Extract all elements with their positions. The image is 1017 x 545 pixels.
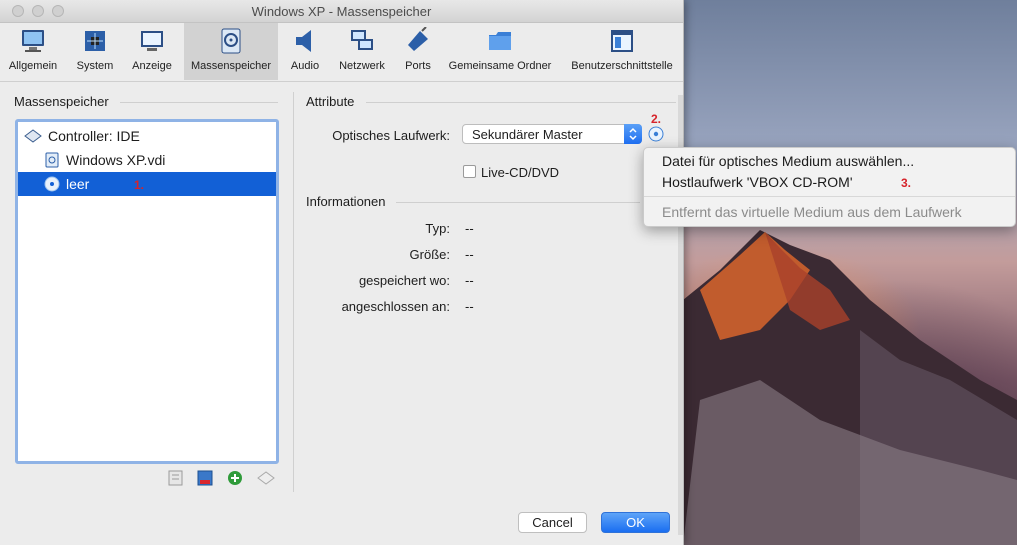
divider xyxy=(120,102,278,103)
divider xyxy=(396,202,640,203)
tab-benutzerschnittstelle[interactable]: Benutzerschnittstelle xyxy=(566,23,678,80)
info-label-angeschlossen: angeschlossen an: xyxy=(341,299,450,314)
information-heading: Informationen xyxy=(306,194,386,209)
menu-separator xyxy=(644,196,1015,197)
controller-icon xyxy=(24,129,42,143)
tab-label: Netzwerk xyxy=(339,60,385,72)
tab-label: Massenspeicher xyxy=(190,60,272,72)
annotation-1: 1. xyxy=(134,178,145,192)
remove-controller-icon[interactable] xyxy=(195,469,215,487)
tab-allgemein[interactable]: Allgemein xyxy=(0,23,66,80)
chip-icon xyxy=(85,31,105,51)
tree-item-label: Windows XP.vdi xyxy=(66,152,166,168)
storage-tree[interactable]: Controller: IDE Windows XP.vdi leer 1. xyxy=(15,119,279,464)
info-label-gespeichert: gespeichert wo: xyxy=(358,273,450,288)
live-cd-checkbox[interactable] xyxy=(463,165,476,178)
menu-item-host-drive[interactable]: Hostlaufwerk 'VBOX CD-ROM' xyxy=(662,174,853,190)
info-value-gespeichert: -- xyxy=(465,273,474,288)
tab-label: Anzeige xyxy=(132,60,172,72)
info-value-typ: -- xyxy=(465,221,474,236)
settings-window: Windows XP - Massenspeicher Allgemein Sy… xyxy=(0,0,684,545)
hard-disk-icon xyxy=(45,152,59,168)
tab-label: Gemeinsame Ordner xyxy=(448,60,552,72)
chevron-updown-icon xyxy=(624,124,642,144)
storage-heading: Massenspeicher xyxy=(14,94,109,109)
ok-button[interactable]: OK xyxy=(601,512,670,533)
settings-toolbar: Allgemein System Anzeige Massenspeicher xyxy=(0,23,683,82)
optical-drive-value: Sekundärer Master xyxy=(472,127,583,142)
tree-item-windows-xp-vdi[interactable]: Windows XP.vdi xyxy=(18,148,276,172)
cancel-button[interactable]: Cancel xyxy=(518,512,587,533)
tab-label: Allgemein xyxy=(8,60,58,72)
folder-icon xyxy=(489,32,511,50)
tab-audio[interactable]: Audio xyxy=(284,23,326,80)
tab-ports[interactable]: Ports xyxy=(398,23,438,80)
panel-divider xyxy=(293,92,294,492)
plug-icon xyxy=(408,27,428,51)
title-bar: Windows XP - Massenspeicher xyxy=(0,0,683,23)
attributes-heading: Attribute xyxy=(306,94,355,109)
annotation-3: 3. xyxy=(901,176,912,190)
menu-item-choose-file[interactable]: Datei für optisches Medium auswählen... xyxy=(662,153,914,169)
tab-label: Audio xyxy=(290,60,320,72)
tab-label: Ports xyxy=(405,60,431,72)
remove-attachment-icon[interactable] xyxy=(256,469,276,487)
tree-item-leer[interactable]: leer 1. xyxy=(18,172,276,196)
tree-item-label: leer xyxy=(66,176,90,192)
tree-item-label: Controller: IDE xyxy=(48,128,140,144)
info-label-groesse: Größe: xyxy=(409,247,450,262)
display-icon xyxy=(141,31,163,51)
tab-label: System xyxy=(76,60,114,72)
tab-gemeinsame-ordner[interactable]: Gemeinsame Ordner xyxy=(446,23,554,80)
annotation-2: 2. xyxy=(651,112,662,126)
tab-anzeige[interactable]: Anzeige xyxy=(124,23,180,80)
monitor-icon xyxy=(22,30,44,52)
disk-icon xyxy=(221,28,241,54)
tree-item-controller-ide[interactable]: Controller: IDE xyxy=(18,124,276,148)
window-ui-icon xyxy=(611,30,633,52)
divider xyxy=(366,102,676,103)
speaker-icon xyxy=(296,30,311,52)
window-title: Windows XP - Massenspeicher xyxy=(251,4,432,19)
menu-item-remove-disk: Entfernt das virtuelle Medium aus dem La… xyxy=(662,204,962,220)
info-value-angeschlossen: -- xyxy=(465,299,474,314)
live-cd-label: Live-CD/DVD xyxy=(481,165,560,180)
tab-label: Benutzerschnittstelle xyxy=(571,60,673,72)
optical-drive-select[interactable]: Sekundärer Master xyxy=(462,124,642,144)
optical-disc-icon xyxy=(44,176,60,192)
info-label-typ: Typ: xyxy=(425,221,450,236)
add-attachment-icon[interactable] xyxy=(226,469,246,487)
tab-system[interactable]: System xyxy=(66,23,124,80)
info-value-groesse: -- xyxy=(465,247,474,262)
optical-disc-menu: Datei für optisches Medium auswählen... … xyxy=(643,147,1016,227)
tab-massenspeicher[interactable]: Massenspeicher xyxy=(184,23,278,80)
network-icon xyxy=(351,30,373,50)
choose-disc-icon[interactable] xyxy=(648,126,664,142)
add-controller-icon[interactable] xyxy=(166,469,186,487)
tab-netzwerk[interactable]: Netzwerk xyxy=(334,23,390,80)
optical-drive-label: Optisches Laufwerk: xyxy=(332,128,450,143)
